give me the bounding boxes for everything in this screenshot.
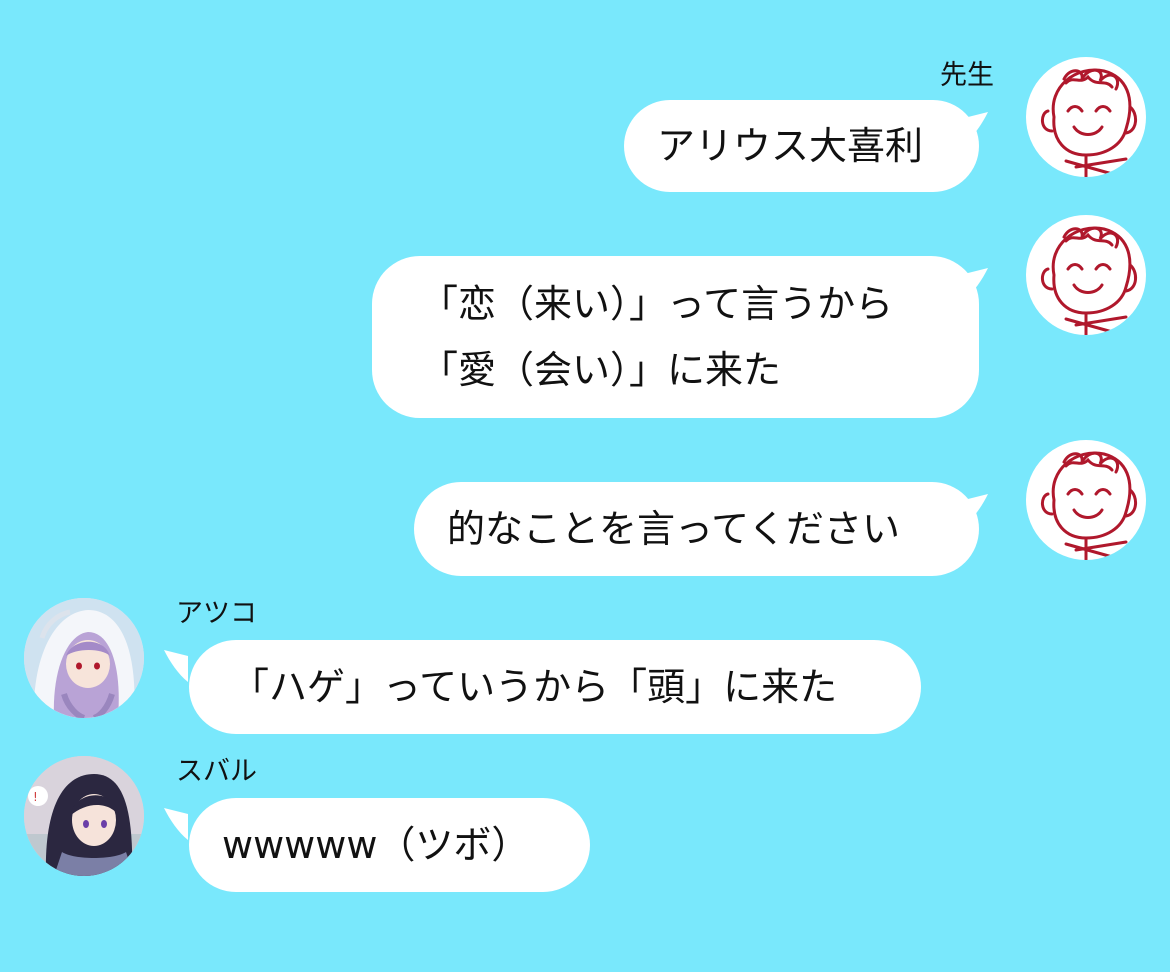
- subaru-avatar[interactable]: !: [24, 756, 144, 876]
- hooded-girl-portrait-icon: [24, 598, 144, 718]
- message-text: 「ハゲ」っていうから「頭」に来た: [231, 665, 838, 709]
- bubble-tail: [164, 650, 188, 682]
- message-bubble[interactable]: アリウス大喜利: [624, 100, 979, 192]
- message-text: 的なことを言ってください: [447, 507, 900, 551]
- chat-screen: { "chat": { "background_color": "#79E8FC…: [0, 0, 1170, 972]
- dark-haired-girl-portrait-icon: !: [24, 756, 144, 876]
- sender-name: アツコ: [176, 598, 257, 629]
- message-bubble[interactable]: 「ハゲ」っていうから「頭」に来た: [189, 640, 921, 734]
- teacher-avatar[interactable]: [1026, 57, 1146, 177]
- teacher-avatar[interactable]: [1026, 440, 1146, 560]
- svg-text:!: !: [33, 790, 38, 804]
- bubble-tail: [164, 808, 188, 840]
- message-text: アリウス大喜利: [657, 124, 924, 168]
- sender-name: 先生: [940, 60, 994, 91]
- smiley-doodle-icon: [1041, 451, 1137, 560]
- message-bubble[interactable]: 的なことを言ってください: [414, 482, 979, 576]
- smiley-doodle-icon: [1041, 226, 1137, 335]
- message-text-line-1: 「恋（来い）」って言うから: [420, 282, 894, 326]
- message-text-line-2: 「愛（会い）」に来た: [420, 348, 782, 392]
- sender-name: スバル: [176, 756, 257, 787]
- teacher-avatar[interactable]: [1026, 215, 1146, 335]
- message-bubble[interactable]: wwwww（ツボ）: [189, 798, 590, 892]
- smiley-doodle-icon: [1041, 68, 1137, 177]
- message-bubble[interactable]: 「恋（来い）」って言うから 「愛（会い）」に来た: [372, 256, 979, 418]
- message-text: wwwww（ツボ）: [222, 823, 530, 867]
- atsuko-avatar[interactable]: [24, 598, 144, 718]
